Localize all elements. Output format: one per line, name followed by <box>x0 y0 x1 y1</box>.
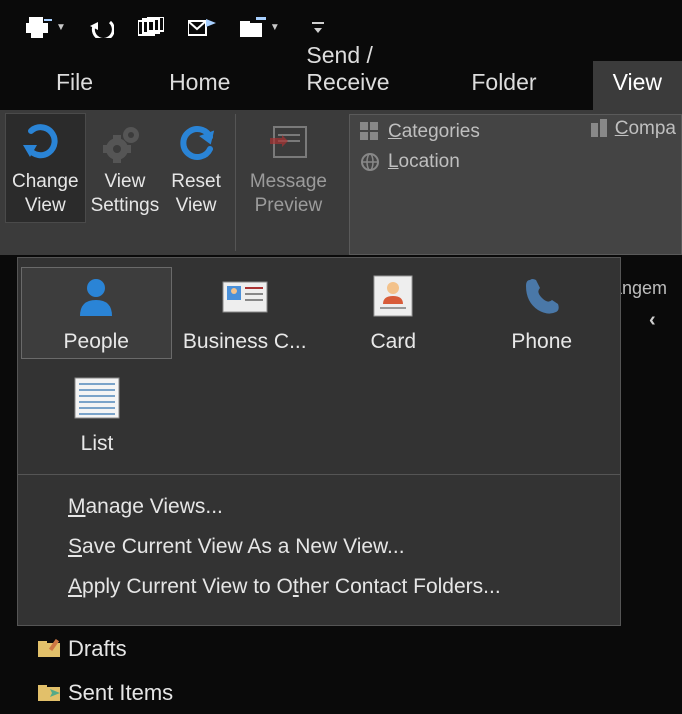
arrangement-company[interactable]: Compa <box>615 118 676 140</box>
dropdown-arrow-icon: ▼ <box>270 22 280 33</box>
tab-file[interactable]: File <box>36 61 113 110</box>
tab-home[interactable]: Home <box>149 61 250 110</box>
view-option-people-label: People <box>64 330 129 354</box>
tab-view[interactable]: View <box>593 61 682 110</box>
qat-windows-button[interactable] <box>138 17 164 39</box>
card-icon <box>370 274 416 318</box>
qat-archive-button[interactable]: ▼ <box>240 17 280 39</box>
message-preview-button: Message Preview <box>244 114 333 222</box>
reset-view-button[interactable]: Reset View <box>165 114 227 222</box>
qat-print-button[interactable]: ▼ <box>26 17 66 39</box>
forward-mail-icon <box>188 17 216 39</box>
view-option-business-label: Business C... <box>183 330 307 354</box>
view-settings-label: View Settings <box>91 170 160 218</box>
collapse-ribbon-chevron[interactable]: ‹ <box>649 309 656 332</box>
change-view-icon <box>23 123 67 163</box>
view-option-business-card[interactable]: Business C... <box>171 268 320 358</box>
menu-manage-views[interactable]: Manage Views... <box>18 487 620 527</box>
business-card-icon <box>221 276 269 316</box>
tab-folder[interactable]: Folder <box>451 61 556 110</box>
gear-icon <box>103 123 147 163</box>
ribbon-view-tab: Change View View Settings <box>0 110 682 255</box>
tab-send-receive[interactable]: Send / Receive <box>286 34 415 110</box>
folder-drafts-label: Drafts <box>68 636 127 662</box>
archive-folder-icon <box>240 17 266 39</box>
menu-divider <box>18 474 620 475</box>
globe-icon <box>360 152 380 172</box>
sent-folder-icon <box>38 683 62 703</box>
view-option-list-label: List <box>81 432 114 456</box>
view-option-card-label: Card <box>370 330 416 354</box>
view-option-phone-label: Phone <box>511 330 572 354</box>
list-icon <box>73 376 121 420</box>
menu-save-view[interactable]: Save Current View As a New View... <box>18 527 620 567</box>
change-view-button[interactable]: Change View <box>6 114 85 222</box>
reset-icon <box>174 123 218 163</box>
change-view-dropdown: People Business C... <box>18 258 620 625</box>
arrangement-location[interactable]: Location <box>360 151 671 173</box>
view-option-phone[interactable]: Phone <box>468 268 617 358</box>
company-icon <box>589 119 609 139</box>
reset-view-label: Reset View <box>171 170 221 218</box>
view-option-list[interactable]: List <box>22 370 172 460</box>
message-preview-label: Message Preview <box>250 170 327 218</box>
categories-icon <box>360 122 380 142</box>
view-option-card[interactable]: Card <box>319 268 468 358</box>
cascade-windows-icon <box>138 17 164 39</box>
dropdown-arrow-icon: ▼ <box>56 22 66 33</box>
drafts-folder-icon <box>38 639 62 659</box>
person-icon <box>74 274 118 318</box>
folder-list: Drafts Sent Items <box>38 636 173 706</box>
ribbon-tabstrip: File Home Send / Receive Folder View <box>0 56 682 110</box>
phone-icon <box>520 274 564 318</box>
folder-sent-items[interactable]: Sent Items <box>38 680 173 706</box>
change-view-label: Change View <box>12 170 79 218</box>
folder-sent-label: Sent Items <box>68 680 173 706</box>
message-preview-icon <box>266 123 310 163</box>
qat-forward-mail-button[interactable] <box>188 17 216 39</box>
view-settings-button[interactable]: View Settings <box>85 114 166 222</box>
menu-apply-view[interactable]: Apply Current View to Other Contact Fold… <box>18 567 620 607</box>
undo-icon <box>90 18 114 38</box>
view-option-people[interactable]: People <box>22 268 171 358</box>
ribbon-separator <box>235 114 236 251</box>
qat-undo-button[interactable] <box>90 18 114 38</box>
printer-icon <box>26 17 52 39</box>
folder-drafts[interactable]: Drafts <box>38 636 173 662</box>
